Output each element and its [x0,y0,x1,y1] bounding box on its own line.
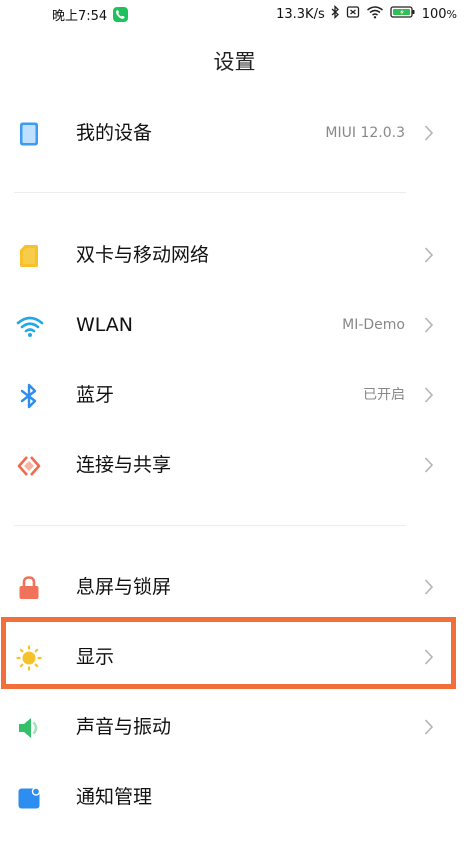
speaker-icon [16,715,42,741]
notification-icon [16,785,42,811]
settings-item-label: WLAN [76,314,134,336]
section-divider [14,192,406,193]
net-speed: 13.3K/s [276,6,325,22]
settings-item-lock-screen[interactable]: 息屏与锁屏 [0,552,469,622]
status-left: 晚上7:54 [52,5,129,24]
phone-icon [16,121,42,147]
section-divider [14,525,406,526]
status-right: 13.3K/s 100% [276,4,457,23]
settings-item-value: MI-Demo [342,317,405,333]
chevron-right-icon [423,124,435,142]
status-bar: 晚上7:54 13.3K/s 100% [0,0,469,28]
settings-item-label: 蓝牙 [76,384,115,406]
settings-item-value: MIUI 12.0.3 [325,125,405,141]
battery-icon [390,5,416,23]
status-time: 晚上7:54 [52,9,108,24]
settings-item-label: 通知管理 [76,786,153,808]
settings-item-value: 已开启 [363,387,405,403]
chevron-right-icon [423,246,435,264]
settings-item-label: 息屏与锁屏 [76,576,172,598]
settings-item-label: 连接与共享 [76,454,172,476]
settings-item-sound[interactable]: 声音与振动 [0,692,469,762]
chevron-right-icon [423,386,435,404]
settings-item-sim[interactable]: 双卡与移动网络 [0,220,469,290]
bluetooth-icon [16,383,42,409]
share-icon [16,453,42,479]
wifi-icon [16,313,44,339]
settings-item-label: 双卡与移动网络 [76,244,210,266]
settings-item-my-device[interactable]: 我的设备 MIUI 12.0.3 [0,98,469,168]
battery-level: 100% [421,6,457,22]
chevron-right-icon [423,456,435,474]
page-title: 设置 [213,50,256,74]
wifi-status-icon [366,5,384,23]
settings-item-connection-sharing[interactable]: 连接与共享 [0,430,469,500]
bluetooth-status-icon [331,4,340,23]
settings-item-notifications[interactable]: 通知管理 [0,762,469,832]
sim-card-icon [16,243,42,269]
display-highlight-box [1,617,456,689]
settings-item-bluetooth[interactable]: 蓝牙 已开启 [0,360,469,430]
no-sim-icon [346,5,360,23]
chevron-right-icon [423,316,435,334]
chevron-right-icon [423,578,435,596]
settings-item-label: 我的设备 [76,122,153,144]
settings-item-wlan[interactable]: WLAN MI-Demo [0,290,469,360]
call-icon [113,7,129,22]
settings-item-label: 声音与振动 [76,716,172,738]
lock-icon [16,575,42,601]
chevron-right-icon [423,718,435,736]
